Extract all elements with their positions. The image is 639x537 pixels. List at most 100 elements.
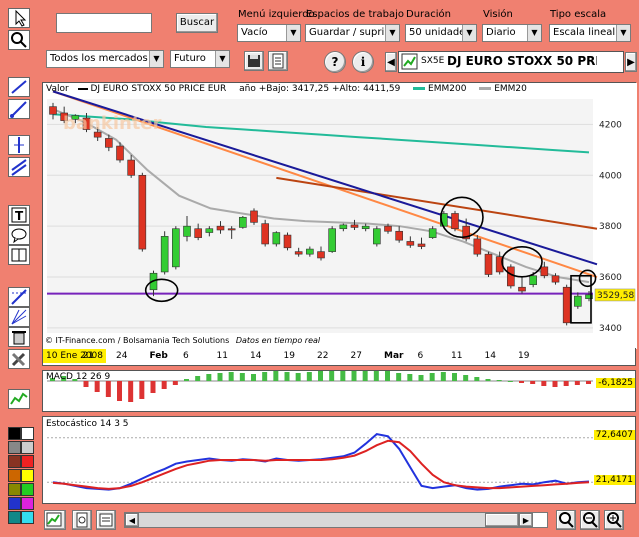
text-icon: T xyxy=(11,207,27,223)
channel-tool[interactable] xyxy=(8,157,30,177)
color-swatch-green[interactable] xyxy=(21,483,34,496)
export-button[interactable] xyxy=(96,510,116,530)
chevron-down-icon: ▼ xyxy=(616,25,630,41)
candle-down xyxy=(105,138,113,148)
scroll-thumb[interactable] xyxy=(485,513,519,527)
color-swatch-red[interactable] xyxy=(21,455,34,468)
horizontal-scrollbar[interactable]: ◀ ▶ xyxy=(124,512,548,528)
candle-down xyxy=(395,230,403,241)
color-swatch-cyan[interactable] xyxy=(21,511,34,524)
market-select-value: Todos los mercados xyxy=(50,53,148,64)
help-button[interactable]: ? xyxy=(324,51,346,73)
workspaces-select[interactable]: Guardar / suprimir ▼ xyxy=(305,24,400,42)
macd-bar xyxy=(440,372,446,381)
market-select[interactable]: Todos los mercados ▼ xyxy=(46,50,164,68)
color-swatch-navy[interactable] xyxy=(8,497,21,510)
stochastic-chart[interactable] xyxy=(43,417,637,505)
macd-bar xyxy=(195,376,201,381)
color-swatch-black[interactable] xyxy=(8,427,21,440)
macd-bar xyxy=(385,371,390,381)
scale-select[interactable]: Escala lineal ▼ xyxy=(549,24,631,42)
macd-title: MACD 12 26 9 xyxy=(46,372,111,382)
indicator-tool[interactable] xyxy=(8,389,30,409)
start-date-label: 10 Ene 2008 xyxy=(43,349,107,363)
macd-chart[interactable] xyxy=(43,371,637,413)
open-button[interactable] xyxy=(268,51,288,71)
macd-bar xyxy=(574,381,580,385)
candle-up xyxy=(239,216,247,228)
type-select[interactable]: Futuro ▼ xyxy=(170,50,230,68)
menu-select[interactable]: Vacío ▼ xyxy=(237,24,301,42)
x-tick-label: 14 xyxy=(484,351,496,361)
price-chart-panel: 4200 4000 3800 3600 3400 3529,58 Valor DJ EUR… xyxy=(42,82,637,349)
candle-down xyxy=(317,251,325,259)
scroll-right-button[interactable]: ▶ xyxy=(519,513,533,527)
stochastic-value-high: 72,6407 xyxy=(593,430,635,440)
duration-select[interactable]: 50 unidades ▼ xyxy=(405,24,477,42)
gann-fan-icon xyxy=(11,309,27,325)
fibonacci-icon xyxy=(11,289,27,305)
color-swatch-orange[interactable] xyxy=(8,469,21,482)
trendline-icon xyxy=(11,80,27,94)
color-swatch-silver[interactable] xyxy=(21,441,34,454)
candle-up xyxy=(574,295,582,307)
color-swatch-gray[interactable] xyxy=(8,441,21,454)
save-button[interactable] xyxy=(244,51,264,71)
settings-tool[interactable] xyxy=(8,349,30,369)
zoom-in-icon xyxy=(607,512,622,528)
color-swatch-maroon[interactable] xyxy=(8,455,21,468)
info-button[interactable]: i xyxy=(352,51,374,73)
ray-tool[interactable] xyxy=(8,99,30,119)
y-tick-label: 3400 xyxy=(599,324,622,334)
color-swatch-white[interactable] xyxy=(21,427,34,440)
zoom-tool[interactable] xyxy=(8,30,30,50)
candle-down xyxy=(216,225,225,231)
next-symbol-button[interactable]: ▶ xyxy=(625,52,637,72)
comment-tool[interactable] xyxy=(8,225,30,245)
macd-bar xyxy=(429,373,435,381)
add-chart-button[interactable] xyxy=(44,510,66,530)
zoom-out-button[interactable] xyxy=(580,510,600,530)
color-swatch-teal[interactable] xyxy=(8,511,21,524)
symbol-box[interactable]: SX5E DJ EURO STOXX 50 PRICE E xyxy=(398,51,624,73)
gann-tool[interactable] xyxy=(8,307,30,327)
svg-text:T: T xyxy=(15,209,24,223)
color-swatch-olive[interactable] xyxy=(8,483,21,496)
text-tool[interactable]: T xyxy=(8,205,30,225)
valor-label: Valor xyxy=(46,84,69,94)
pointer-tool[interactable] xyxy=(8,8,30,28)
delete-tool[interactable] xyxy=(8,327,30,347)
notes-tool[interactable] xyxy=(8,245,30,265)
x-tick-label: 21 xyxy=(82,351,94,361)
search-input[interactable] xyxy=(56,13,152,33)
emm20-label: EMM20 xyxy=(494,84,527,94)
year-range: año +Bajo: 3417,25 +Alto: 4411,59 xyxy=(239,84,401,94)
vertical-line-icon xyxy=(14,137,24,153)
color-swatch-magenta[interactable] xyxy=(21,497,34,510)
candle-up xyxy=(183,225,191,237)
realtime-text: Datos en tiempo real xyxy=(235,336,321,345)
view-select-value: Diario xyxy=(486,27,516,38)
scroll-track[interactable] xyxy=(139,513,519,527)
vertical-line-tool[interactable] xyxy=(8,135,30,155)
color-swatch-yellow[interactable] xyxy=(21,469,34,482)
search-button[interactable]: Buscar xyxy=(176,13,218,33)
trendline-tool[interactable] xyxy=(8,77,30,97)
fibonacci-tool[interactable] xyxy=(8,287,30,307)
macd-bar xyxy=(519,381,524,383)
view-select[interactable]: Diario ▼ xyxy=(482,24,542,42)
x-tick-label: Feb xyxy=(149,351,168,361)
print-icon xyxy=(76,512,88,528)
macd-bar xyxy=(474,377,480,381)
y-tick-label: 4200 xyxy=(599,120,622,130)
scroll-left-button[interactable]: ◀ xyxy=(125,513,139,527)
zoom-area-button[interactable] xyxy=(556,510,576,530)
x-tick-label: Mar xyxy=(384,351,404,361)
x-tick-label: 19 xyxy=(518,351,530,361)
x-tick-label: 11 xyxy=(451,351,463,361)
zoom-out-icon xyxy=(583,512,598,528)
zoom-in-button[interactable] xyxy=(604,510,624,530)
prev-symbol-button[interactable]: ◀ xyxy=(385,52,397,72)
duration-label: Duración xyxy=(406,9,452,20)
print-button[interactable] xyxy=(72,510,92,530)
